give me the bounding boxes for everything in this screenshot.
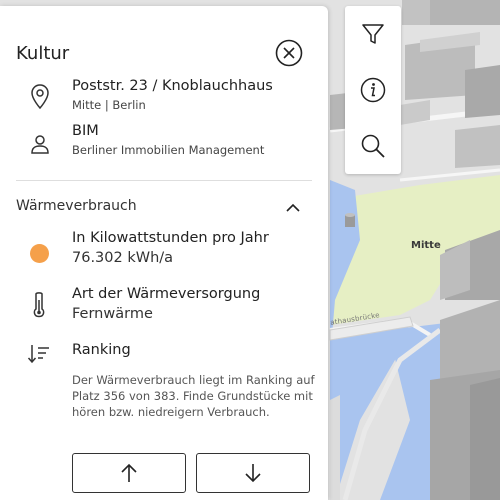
section-title[interactable]: Wärmeverbrauch xyxy=(16,198,137,214)
info-icon[interactable] xyxy=(359,76,387,104)
ranking-label: Ranking xyxy=(72,342,131,358)
consumption-label: In Kilowattstunden pro Jahr xyxy=(72,230,269,246)
address-district: Mitte | Berlin xyxy=(72,98,146,112)
map-district-label: Mitte xyxy=(411,240,441,251)
consumption-color-dot xyxy=(30,244,49,263)
location-pin-icon xyxy=(31,84,49,110)
supply-value: Fernwärme xyxy=(72,306,153,322)
chevron-up-icon[interactable] xyxy=(284,201,302,215)
address-line: Poststr. 23 / Knoblauchhaus xyxy=(72,78,273,94)
thermometer-icon xyxy=(33,292,45,318)
owner-fullname: Berliner Immobilien Management xyxy=(72,143,265,157)
section-divider xyxy=(16,180,312,181)
detail-panel: Kultur Poststr. 23 / Knoblauchhaus Mitte… xyxy=(0,6,328,500)
map-toolbar xyxy=(345,6,401,174)
consumption-value: 76.302 kWh/a xyxy=(72,250,174,266)
supply-label: Art der Wärmeversorgung xyxy=(72,286,261,302)
panel-title: Kultur xyxy=(16,43,70,64)
sort-descending-icon xyxy=(27,345,49,364)
filter-icon[interactable] xyxy=(359,20,387,48)
user-icon xyxy=(31,135,49,154)
search-icon[interactable] xyxy=(359,132,387,160)
arrow-down-icon xyxy=(245,464,261,483)
ranking-description: Der Wärmeverbrauch liegt im Ranking auf … xyxy=(72,373,315,419)
ranking-down-button[interactable] xyxy=(196,453,310,493)
arrow-up-icon xyxy=(121,463,137,482)
owner-name: BIM xyxy=(72,123,99,139)
close-icon[interactable] xyxy=(275,39,303,67)
ranking-up-button[interactable] xyxy=(72,453,186,493)
